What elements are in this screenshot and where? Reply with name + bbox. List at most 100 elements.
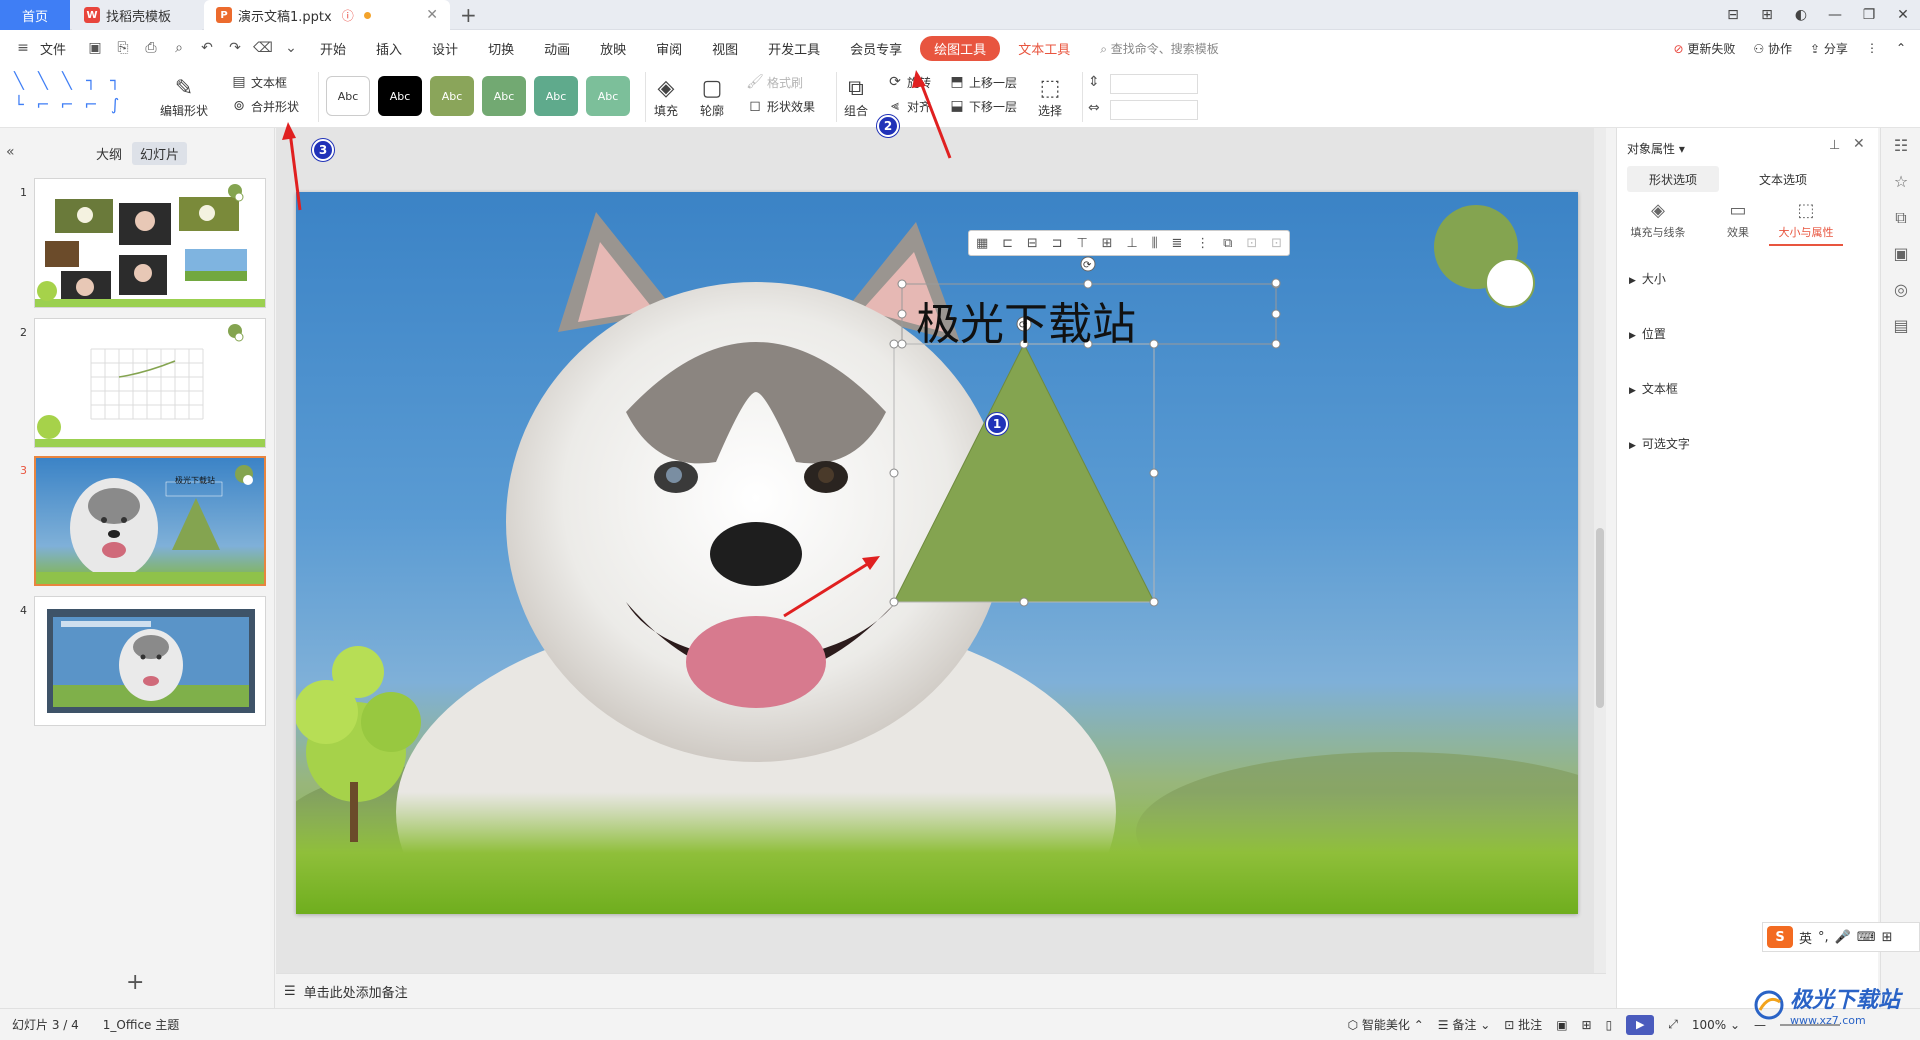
shape-style-2[interactable]: Abc bbox=[378, 76, 422, 116]
command-search[interactable]: ⌕ 查找命令、搜索模板 bbox=[1100, 40, 1219, 57]
menu-member[interactable]: 会员专享 bbox=[838, 35, 914, 62]
slide-thumbnail-3[interactable]: 极光下载站 bbox=[34, 456, 266, 586]
picture-icon[interactable]: ▣ bbox=[1881, 236, 1920, 272]
height-input[interactable] bbox=[1110, 74, 1198, 94]
reading-view-icon[interactable]: ▯ bbox=[1606, 1018, 1613, 1032]
line-shape-icon[interactable]: ╲ bbox=[56, 70, 78, 92]
beautify-button[interactable]: ⬡ 智能美化 ⌃ bbox=[1348, 1016, 1424, 1033]
close-tab-icon[interactable]: ✕ bbox=[426, 7, 438, 23]
line-shape-icon[interactable]: ┐ bbox=[104, 70, 126, 92]
effect-tab[interactable]: ▭ 效果 bbox=[1701, 200, 1775, 246]
scrollbar-thumb[interactable] bbox=[1596, 528, 1604, 708]
menu-slideshow[interactable]: 放映 bbox=[588, 35, 638, 62]
tab-outline[interactable]: 大纲 bbox=[88, 142, 130, 165]
align-button[interactable]: ⫷ 对齐 bbox=[886, 94, 931, 118]
notes-toggle[interactable]: ☰ 备注 ⌄ bbox=[1438, 1016, 1490, 1033]
shape-style-6[interactable]: Abc bbox=[586, 76, 630, 116]
text-box-button[interactable]: ▤ 文本框 bbox=[230, 70, 299, 94]
group-icon[interactable]: ⧉ bbox=[1223, 236, 1232, 251]
more-quick-icon[interactable]: ⌄ bbox=[280, 37, 302, 59]
more-align-icon[interactable]: ⊡ bbox=[1271, 236, 1282, 251]
send-backward-button[interactable]: ⬓ 下移一层 bbox=[948, 94, 1017, 118]
menu-transition[interactable]: 切换 bbox=[476, 35, 526, 62]
punctuation-icon[interactable]: °, bbox=[1818, 930, 1829, 945]
width-input[interactable] bbox=[1110, 100, 1198, 120]
align-middle-icon[interactable]: ⊞ bbox=[1102, 236, 1113, 251]
menu-view[interactable]: 视图 bbox=[700, 35, 750, 62]
sorter-view-icon[interactable]: ⊞ bbox=[1582, 1018, 1592, 1032]
keyboard-icon[interactable]: ⌨ bbox=[1857, 930, 1876, 945]
pin-icon[interactable]: ⊥ bbox=[1829, 138, 1840, 153]
slide-thumbnail-2[interactable] bbox=[34, 318, 266, 448]
tab-shape-options[interactable]: 形状选项 bbox=[1627, 166, 1719, 192]
print-icon[interactable]: ⎙ bbox=[140, 37, 162, 59]
line-shape-icon[interactable]: ∫ bbox=[104, 94, 126, 116]
notes-bar[interactable]: ☰ 单击此处添加备注 bbox=[276, 973, 1606, 1008]
distribute-icon[interactable]: ⋮ bbox=[1196, 236, 1209, 251]
layout-icon[interactable]: ⊟ bbox=[1716, 7, 1750, 23]
add-tab-icon[interactable]: + bbox=[460, 3, 477, 27]
clear-format-icon[interactable]: ⌫ bbox=[252, 37, 274, 59]
rotate-button[interactable]: ⟳ 旋转 bbox=[886, 70, 931, 94]
edit-shape-button[interactable]: ✎ 编辑形状 bbox=[160, 70, 208, 124]
line-shape-icon[interactable]: ⌐ bbox=[32, 94, 54, 116]
section-position[interactable]: ▶ 位置 bbox=[1629, 325, 1666, 342]
grid-icon[interactable]: ⊞ bbox=[1750, 7, 1784, 23]
tab-document[interactable]: P 演示文稿1.pptx ⓘ ✕ bbox=[204, 0, 450, 30]
align-menu-icon[interactable]: ▦ bbox=[976, 236, 988, 251]
line-shape-icon[interactable]: ╲ bbox=[32, 70, 54, 92]
line-shapes-gallery[interactable]: ╲ ╲ ╲ ┐ ┐ └ ⌐ ⌐ ⌐ ∫ bbox=[8, 70, 126, 124]
ime-language[interactable]: 英 bbox=[1799, 928, 1812, 947]
bring-forward-button[interactable]: ⬒ 上移一层 bbox=[948, 70, 1017, 94]
theme-name[interactable]: 1_Office 主题 bbox=[103, 1016, 179, 1033]
vertical-scrollbar[interactable] bbox=[1594, 128, 1606, 973]
transition-icon[interactable]: ⧉ bbox=[1881, 200, 1920, 236]
update-status[interactable]: ⊘ 更新失败 bbox=[1674, 40, 1736, 57]
restore-icon[interactable]: ❐ bbox=[1852, 7, 1886, 23]
line-shape-icon[interactable]: └ bbox=[8, 94, 30, 116]
merge-shape-button[interactable]: ⊚ 合并形状 bbox=[230, 94, 299, 118]
line-shape-icon[interactable]: ┐ bbox=[80, 70, 102, 92]
save-icon[interactable]: ▣ bbox=[84, 37, 106, 59]
select-button[interactable]: ⬚ 选择 bbox=[1036, 70, 1064, 124]
fill-button[interactable]: ◈ 填充 bbox=[652, 70, 680, 124]
fill-line-tab[interactable]: ◈ 填充与线条 bbox=[1621, 200, 1695, 246]
outline-button[interactable]: ▢ 轮廓 bbox=[698, 70, 726, 124]
shape-style-4[interactable]: Abc bbox=[482, 76, 526, 116]
slide-thumbnail-1[interactable] bbox=[34, 178, 266, 308]
menu-design[interactable]: 设计 bbox=[420, 35, 470, 62]
section-alt-text[interactable]: ▶ 可选文字 bbox=[1629, 435, 1690, 452]
group-button[interactable]: ⧉ 组合 bbox=[842, 70, 870, 124]
panel-title[interactable]: 对象属性 ▾ bbox=[1627, 140, 1685, 157]
warning-icon[interactable]: ⓘ bbox=[342, 7, 354, 24]
minimize-icon[interactable]: — bbox=[1818, 7, 1852, 23]
tab-template[interactable]: W 找稻壳模板 bbox=[72, 0, 202, 30]
slide-thumbnail-4[interactable] bbox=[34, 596, 266, 726]
more-icon[interactable]: ⋮ bbox=[1866, 41, 1878, 55]
animation-icon[interactable]: ☆ bbox=[1881, 164, 1920, 200]
tab-text-options[interactable]: 文本选项 bbox=[1737, 166, 1829, 192]
file-menu[interactable]: 文件 bbox=[40, 35, 78, 62]
location-icon[interactable]: ◎ bbox=[1881, 272, 1920, 308]
avatar[interactable]: ◐ bbox=[1784, 7, 1818, 23]
distribute-v-icon[interactable]: ≣ bbox=[1172, 236, 1183, 251]
shape-style-3[interactable]: Abc bbox=[430, 76, 474, 116]
export-icon[interactable]: ⎘ bbox=[112, 37, 134, 59]
preview-icon[interactable]: ⌕ bbox=[168, 37, 190, 59]
section-size[interactable]: ▶ 大小 bbox=[1629, 270, 1666, 287]
line-shape-icon[interactable]: ⌐ bbox=[56, 94, 78, 116]
shape-style-1[interactable]: Abc bbox=[326, 76, 370, 116]
menu-draw-tools[interactable]: 绘图工具 bbox=[920, 35, 1001, 61]
line-shape-icon[interactable]: ╲ bbox=[8, 70, 30, 92]
close-window-icon[interactable]: ✕ bbox=[1886, 7, 1920, 23]
collaborate-button[interactable]: ⚇ 协作 bbox=[1753, 40, 1792, 57]
line-shape-icon[interactable]: ⌐ bbox=[80, 94, 102, 116]
distribute-h-icon[interactable]: ⫼ bbox=[1152, 236, 1158, 251]
sogou-logo[interactable]: S bbox=[1767, 926, 1793, 948]
align-right-icon[interactable]: ⊐ bbox=[1052, 236, 1063, 251]
menu-animation[interactable]: 动画 bbox=[532, 35, 582, 62]
play-slideshow-button[interactable]: ▶ bbox=[1626, 1014, 1655, 1035]
undo-icon[interactable]: ↶ bbox=[196, 37, 218, 59]
menu-developer[interactable]: 开发工具 bbox=[756, 35, 832, 62]
shape-effect-button[interactable]: ◻ 形状效果 bbox=[746, 94, 815, 118]
